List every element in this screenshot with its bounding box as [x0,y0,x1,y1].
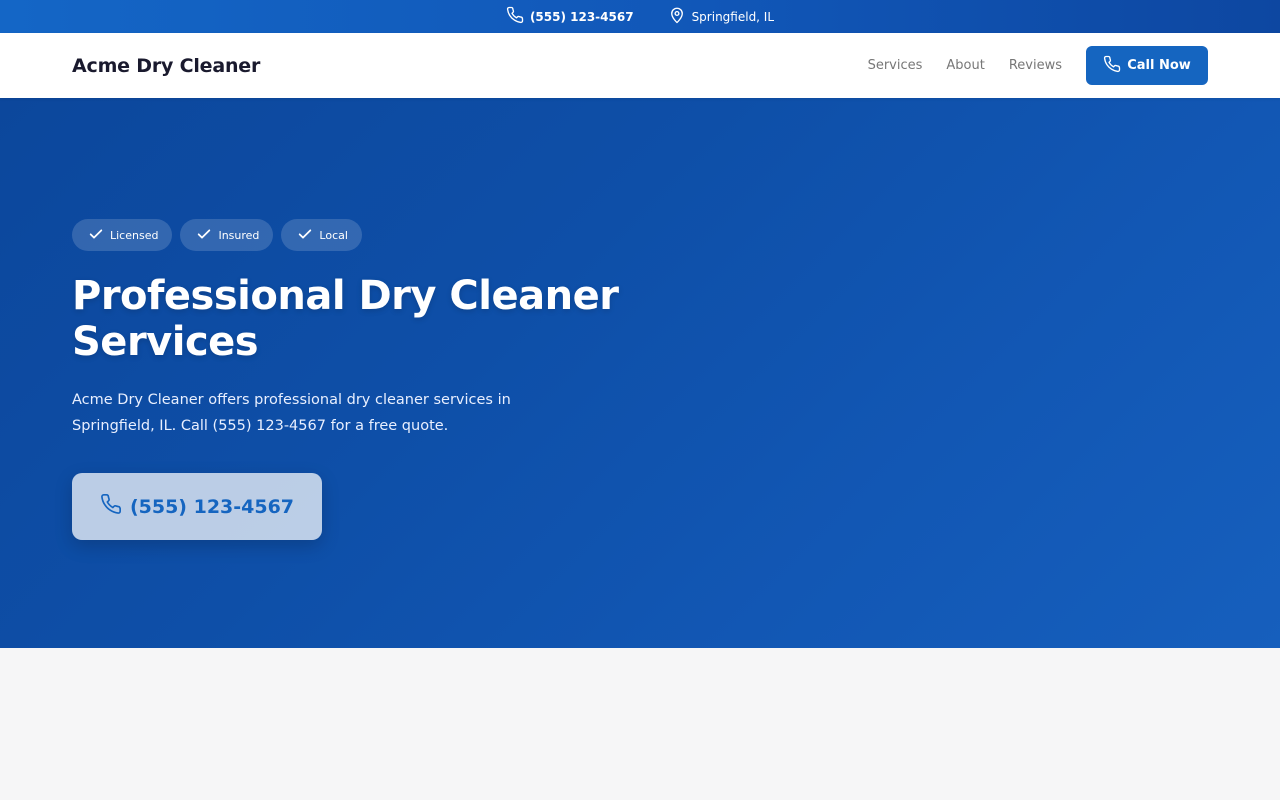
hero-section: Licensed Insured Local Professional Dry … [0,98,1280,648]
topbar-phone-text: (555) 123-4567 [529,9,634,24]
hero-phone-label: (555) 123-4567 [129,495,295,518]
badge-label: Licensed [110,228,159,242]
trust-badges: Licensed Insured Local [72,219,1208,251]
badge-insured: Insured [180,219,274,251]
check-icon [297,226,313,245]
brand-logo[interactable]: Acme Dry Cleaner [72,55,260,77]
hero-title: Professional Dry Cleaner Services [72,273,619,365]
call-now-label: Call Now [1127,58,1191,73]
phone-icon [100,493,122,520]
hero-phone-button[interactable]: (555) 123-4567 [72,473,322,540]
phone-icon [506,6,524,27]
top-info-bar: (555) 123-4567 Springfield, IL [0,0,1280,33]
nav-menu: Services About Reviews Call Now [868,46,1208,85]
main-navbar: Acme Dry Cleaner Services About Reviews … [0,33,1280,98]
badge-local: Local [281,219,362,251]
nav-link-reviews[interactable]: Reviews [1009,58,1062,73]
topbar-location: Springfield, IL [668,6,774,27]
hero-description: Acme Dry Cleaner offers professional dry… [72,392,511,434]
phone-icon [1103,55,1121,77]
call-now-button[interactable]: Call Now [1086,46,1208,85]
nav-link-services[interactable]: Services [868,58,923,73]
badge-licensed: Licensed [72,219,173,251]
check-icon [88,226,104,245]
content-area [0,648,1280,800]
badge-label: Insured [218,228,260,242]
nav-link-about[interactable]: About [946,58,984,73]
topbar-phone[interactable]: (555) 123-4567 [506,6,634,27]
topbar-location-text: Springfield, IL [691,9,775,24]
map-pin-icon [668,6,686,27]
badge-label: Local [319,228,348,242]
check-icon [196,226,212,245]
